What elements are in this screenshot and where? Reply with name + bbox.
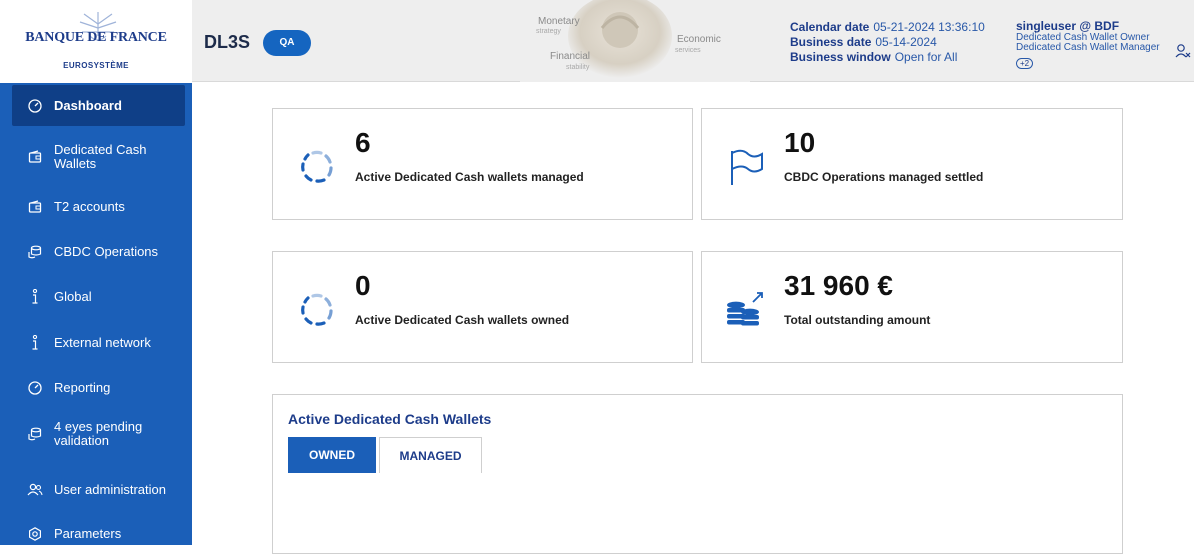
wallet-icon xyxy=(20,149,50,165)
coins-icon xyxy=(20,426,50,442)
sidebar-item-label: Global xyxy=(54,289,92,304)
banner-services: services xyxy=(675,47,701,54)
banner-strategy: strategy xyxy=(536,28,561,35)
stat-value: 6 xyxy=(355,127,371,158)
business-window-value: Open for All xyxy=(894,50,958,64)
stat-value: 31 960 € xyxy=(784,270,893,301)
user-info[interactable]: singleuser @ BDF Dedicated Cash Wallet O… xyxy=(1016,20,1160,71)
users-icon xyxy=(20,482,50,498)
sidebar-item-label: T2 accounts xyxy=(54,199,125,214)
info-icon xyxy=(20,289,50,305)
sidebar-item-t2-accounts[interactable]: T2 accounts xyxy=(12,191,185,223)
panel-title: Active Dedicated Cash Wallets xyxy=(288,411,492,427)
coins-icon xyxy=(20,244,50,260)
stat-label: CBDC Operations managed settled xyxy=(784,170,984,184)
banner-monetary: Monetary xyxy=(538,16,580,27)
sidebar-item-label: Reporting xyxy=(54,380,111,395)
stat-value: 10 xyxy=(784,127,816,158)
app-name: DL3S xyxy=(204,32,251,52)
sidebar-item-cbdc-operations[interactable]: CBDC Operations xyxy=(12,236,185,268)
coins-growth-icon xyxy=(727,292,763,326)
business-info: Calendar date 05-21-2024 13:36:10 Busines… xyxy=(790,20,985,65)
stat-card-managed-wallets: 6 Active Dedicated Cash wallets managed xyxy=(272,108,693,220)
flag-icon xyxy=(731,149,763,185)
business-window-label: Business window xyxy=(790,50,891,64)
sidebar-item-label: User administration xyxy=(54,482,166,497)
stat-card-outstanding-amount: 31 960 € Total outstanding amount xyxy=(701,251,1123,363)
stat-label: Total outstanding amount xyxy=(784,313,931,327)
sidebar-item-reporting[interactable]: Reporting xyxy=(12,372,185,404)
gauge-icon xyxy=(20,380,50,396)
user-role: Dedicated Cash Wallet Manager xyxy=(1016,42,1160,53)
sidebar-item-label: CBDC Operations xyxy=(54,244,159,259)
logo-subtitle: EUROSYSTÈME xyxy=(63,61,129,70)
sidebar-item-global[interactable]: Global xyxy=(12,281,185,313)
more-roles-badge[interactable]: +2 xyxy=(1016,58,1034,69)
active-wallets-panel: Active Dedicated Cash Wallets OWNED MANA… xyxy=(272,394,1123,554)
stat-value: 0 xyxy=(355,270,371,301)
business-date-label: Business date xyxy=(790,35,872,49)
logo-title: BANQUE DE FRANCE xyxy=(25,30,167,45)
spinner-icon xyxy=(301,293,333,326)
banner-financial: Financial xyxy=(550,51,591,62)
header-banner: Monetary strategy Financial stability Ec… xyxy=(520,0,750,82)
banque-de-france-logo[interactable]: BANQUE DE FRANCE EUROSYSTÈME xyxy=(0,0,192,82)
stat-label: Active Dedicated Cash wallets managed xyxy=(355,170,584,184)
sidebar-item-user-administration[interactable]: User administration xyxy=(12,474,185,506)
tab-managed[interactable]: MANAGED xyxy=(379,437,482,473)
tab-owned[interactable]: OWNED xyxy=(288,437,376,473)
calendar-date-label: Calendar date xyxy=(790,20,870,34)
sidebar-item-dashboard[interactable]: Dashboard xyxy=(12,85,185,126)
environment-badge: QA xyxy=(263,30,311,56)
stat-label: Active Dedicated Cash wallets owned xyxy=(355,313,570,327)
dashboard-gauge-icon xyxy=(20,98,50,114)
wallet-icon xyxy=(20,199,50,215)
sidebar-item-label: Dedicated Cash Wallets xyxy=(54,142,147,171)
sidebar-item-parameters[interactable]: Parameters xyxy=(12,518,185,550)
sidebar-item-external-network[interactable]: External network xyxy=(12,327,185,359)
sidebar-nav: Dashboard Dedicated Cash Wallets T2 acco… xyxy=(0,83,192,545)
sidebar-item-label: Parameters xyxy=(54,526,122,541)
user-logout-icon[interactable] xyxy=(1175,43,1191,59)
sidebar-item-label: Dashboard xyxy=(54,97,122,113)
sidebar-item-label: 4 eyes pending validation xyxy=(54,419,143,448)
app-header: BANQUE DE FRANCE EUROSYSTÈME DL3S QA Mon… xyxy=(0,0,1194,82)
sidebar-item-4-eyes-pending-validation[interactable]: 4 eyes pending validation xyxy=(12,413,185,455)
sidebar-item-dedicated-cash-wallets[interactable]: Dedicated Cash Wallets xyxy=(12,136,185,178)
spinner-icon xyxy=(301,150,333,183)
stat-card-cbdc-operations: 10 CBDC Operations managed settled xyxy=(701,108,1123,220)
banner-stability: stability xyxy=(566,64,590,71)
calendar-date-value: 05-21-2024 13:36:10 xyxy=(873,20,985,34)
stat-card-owned-wallets: 0 Active Dedicated Cash wallets owned xyxy=(272,251,693,363)
gear-icon xyxy=(20,526,50,542)
sidebar-item-label: External network xyxy=(54,335,151,350)
business-date-value: 05-14-2024 xyxy=(875,35,937,49)
banner-economic: Economic xyxy=(677,34,721,45)
info-icon xyxy=(20,335,50,351)
